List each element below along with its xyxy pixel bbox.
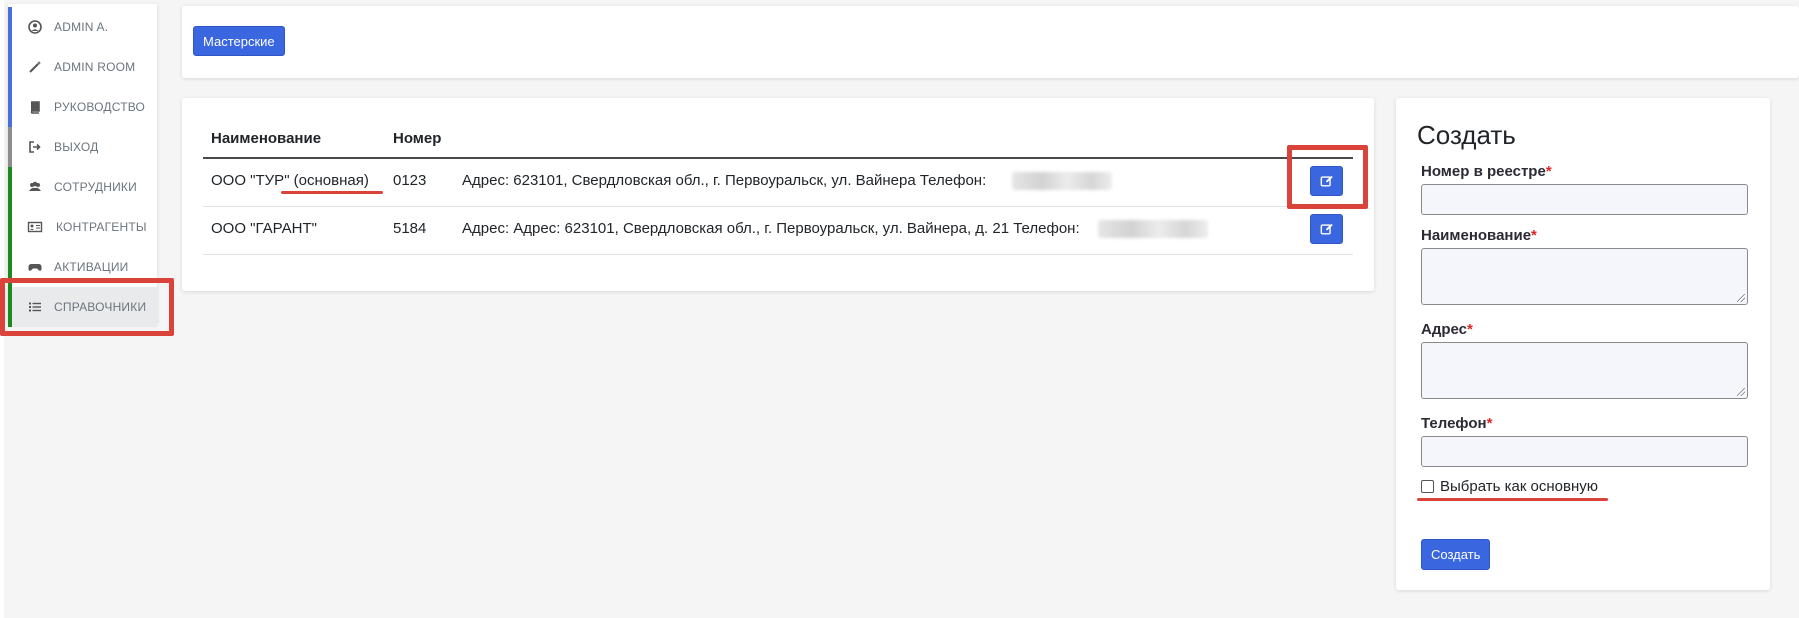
- row-1-details: Адрес: 623101, Свердловская обл., г. Пер…: [462, 172, 987, 189]
- sidebar: ADMIN A. ADMIN ROOM РУКОВОДСТВО ВЫХОД СО…: [8, 4, 157, 327]
- list-icon: [29, 302, 41, 312]
- edit-icon: [1320, 223, 1333, 235]
- organizations-table: Наименование Номер ООО "ТУР" (основная) …: [182, 98, 1374, 291]
- phone-input[interactable]: [1421, 436, 1748, 467]
- sidebar-item-label: ADMIN A.: [54, 20, 109, 34]
- name-label: Наименование*: [1421, 227, 1537, 244]
- sidebar-item-label: СПРАВОЧНИКИ: [54, 300, 147, 314]
- resize-handle[interactable]: [1737, 294, 1745, 302]
- registry-number-label: Номер в реестре*: [1421, 163, 1552, 180]
- redacted-phone: [1098, 220, 1208, 238]
- name-textarea[interactable]: [1421, 248, 1748, 305]
- column-header-name: Наименование: [211, 130, 322, 147]
- sidebar-item-label: АКТИВАЦИИ: [54, 260, 129, 274]
- row-1-number: 0123: [393, 172, 427, 189]
- column-header-number: Номер: [393, 130, 442, 147]
- address-label: Адрес*: [1421, 321, 1473, 338]
- sidebar-item-bar: [8, 127, 12, 167]
- gamepad-icon: [28, 264, 42, 271]
- sidebar-item-activations[interactable]: АКТИВАЦИИ: [8, 247, 157, 287]
- main-org-underline: [281, 191, 383, 194]
- sidebar-item-admin-room[interactable]: ADMIN ROOM: [8, 47, 157, 87]
- sidebar-item-label: СОТРУДНИКИ: [54, 180, 137, 194]
- set-main-checkbox[interactable]: [1421, 480, 1434, 493]
- row-divider: [203, 206, 1353, 207]
- create-button[interactable]: Создать: [1421, 539, 1491, 570]
- redacted-phone: [1012, 172, 1112, 190]
- edit-button[interactable]: [1310, 214, 1343, 244]
- sidebar-item-bar: [8, 87, 12, 127]
- set-main-checkbox-row[interactable]: Выбрать как основную: [1421, 478, 1598, 495]
- sidebar-item-bar: [8, 7, 12, 47]
- header-divider: [203, 157, 1353, 159]
- registry-number-input[interactable]: [1421, 184, 1748, 215]
- create-form: Создать Номер в реестре* Наименование* А…: [1396, 98, 1770, 590]
- user-circle-icon: [28, 20, 42, 34]
- workshops-button[interactable]: Мастерские: [193, 26, 285, 56]
- sidebar-item-label: ADMIN ROOM: [54, 60, 136, 74]
- sidebar-item-logout[interactable]: ВЫХОД: [8, 127, 157, 167]
- sidebar-item-contractors[interactable]: КОНТРАГЕНТЫ: [8, 207, 157, 247]
- phone-label: Телефон*: [1421, 415, 1493, 432]
- sidebar-item-bar: [8, 47, 12, 87]
- sidebar-item-bar: [8, 247, 12, 287]
- row-2-number: 5184: [393, 220, 427, 237]
- sidebar-item-references[interactable]: СПРАВОЧНИКИ: [8, 287, 157, 327]
- sign-out-icon: [29, 141, 41, 153]
- form-title: Создать: [1417, 120, 1516, 150]
- row-2-details: Адрес: Адрес: 623101, Свердловская обл.,…: [462, 220, 1080, 237]
- sidebar-item-bar: [8, 167, 12, 207]
- magic-wand-icon: [29, 61, 41, 73]
- tabs-card: Мастерские: [182, 6, 1799, 78]
- sidebar-item-employees[interactable]: СОТРУДНИКИ: [8, 167, 157, 207]
- resize-handle[interactable]: [1737, 388, 1745, 396]
- sidebar-item-bar: [8, 207, 12, 247]
- set-main-checkbox-label[interactable]: Выбрать как основную: [1440, 478, 1598, 495]
- sidebar-item-bar: [8, 287, 12, 327]
- address-textarea[interactable]: [1421, 342, 1748, 399]
- sidebar-item-label: РУКОВОДСТВО: [54, 100, 146, 114]
- edit-icon: [1320, 175, 1333, 187]
- book-icon: [30, 101, 40, 114]
- sidebar-item-guide[interactable]: РУКОВОДСТВО: [8, 87, 157, 127]
- users-icon: [29, 181, 41, 191]
- row-1-name: ООО "ТУР" (основная): [211, 172, 369, 189]
- id-card-icon: [27, 221, 43, 233]
- sidebar-item-label: КОНТРАГЕНТЫ: [56, 220, 147, 234]
- checkbox-underline: [1417, 498, 1608, 501]
- row-2-name: ООО "ГАРАНТ": [211, 220, 317, 237]
- sidebar-item-admin[interactable]: ADMIN A.: [8, 7, 157, 47]
- row-divider: [203, 254, 1353, 255]
- edit-button[interactable]: [1310, 166, 1343, 196]
- sidebar-item-label: ВЫХОД: [54, 140, 99, 154]
